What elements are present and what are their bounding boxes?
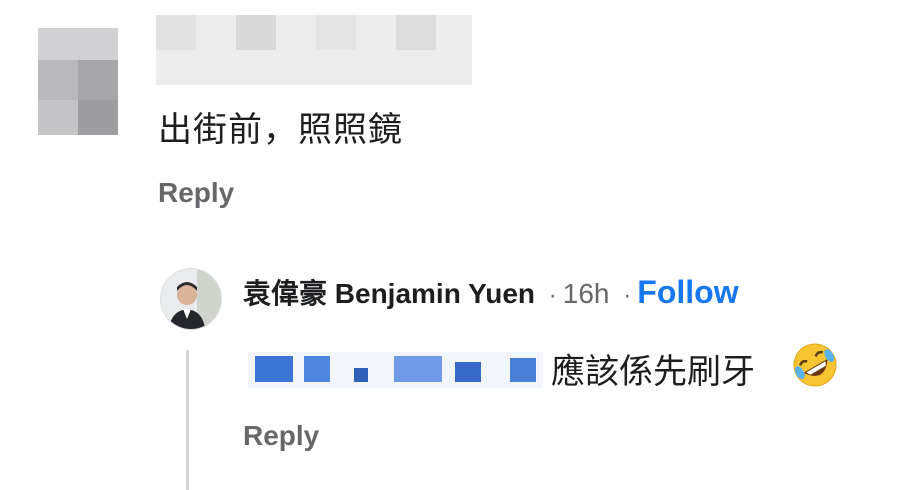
profile-photo-icon bbox=[161, 269, 221, 329]
timestamp[interactable]: 16h bbox=[563, 278, 610, 309]
author-name[interactable]: 袁偉豪 Benjamin Yuen bbox=[243, 278, 535, 309]
child-reply-button[interactable]: Reply bbox=[243, 420, 319, 452]
parent-reply-button[interactable]: Reply bbox=[158, 177, 234, 209]
reply-comment-text: 應該係先刷牙 bbox=[551, 352, 755, 392]
avatar[interactable] bbox=[160, 268, 222, 330]
thread-line bbox=[186, 350, 189, 490]
separator: · bbox=[548, 282, 557, 309]
comment-header: 袁偉豪 Benjamin Yuen · 16h · Follow bbox=[243, 272, 739, 312]
separator: · bbox=[623, 282, 632, 309]
parent-comment-text: 出街前，照照鏡 bbox=[158, 110, 403, 150]
follow-button[interactable]: Follow bbox=[637, 274, 738, 310]
rolling-on-floor-laughing-icon bbox=[790, 340, 840, 395]
